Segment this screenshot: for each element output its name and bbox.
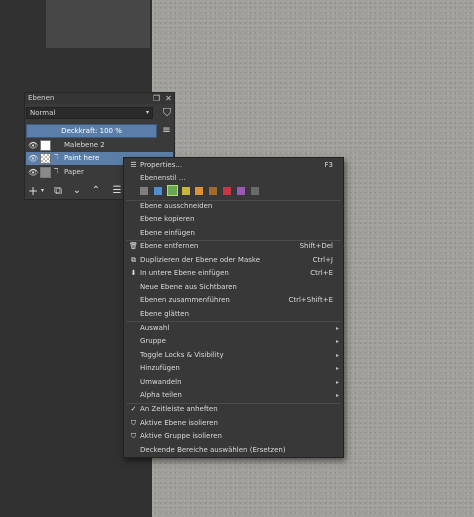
- close-icon[interactable]: ✕: [164, 94, 173, 103]
- color-label-blue[interactable]: [154, 187, 162, 195]
- menu-item-select-opaque[interactable]: Deckende Bereiche auswählen (Ersetzen): [124, 444, 343, 457]
- menu-item-copy[interactable]: Ebene kopieren: [124, 213, 343, 226]
- properties-icon[interactable]: ☰: [110, 184, 124, 198]
- duplicate-layer-icon[interactable]: ⧉: [51, 184, 65, 198]
- layer-thumbnail: [40, 153, 51, 164]
- menu-item-group[interactable]: Gruppe ▸: [124, 335, 343, 348]
- chevron-right-icon: ▸: [335, 338, 339, 345]
- layer-thumbnail: [40, 140, 51, 151]
- chevron-right-icon: ▸: [335, 352, 339, 359]
- menu-item-toggle-locks[interactable]: Toggle Locks & Visibility ▸: [124, 349, 343, 362]
- blend-mode-value: Normal: [30, 109, 56, 117]
- paint-layer-icon: ℸ: [54, 167, 59, 175]
- move-down-icon[interactable]: ⌄: [70, 184, 84, 198]
- chevron-right-icon: ▸: [335, 392, 339, 399]
- color-label-orange[interactable]: [195, 187, 203, 195]
- hamburger-menu-icon[interactable]: ≡: [160, 125, 173, 137]
- color-label-brown[interactable]: [209, 187, 217, 195]
- menu-item-merge[interactable]: Ebenen zusammenführen Ctrl+Shift+E: [124, 294, 343, 307]
- merge-down-icon: ⬇: [130, 269, 137, 277]
- menu-item-new-from-visible[interactable]: Neue Ebene aus Sichtbaren: [124, 281, 343, 294]
- chevron-right-icon: ▸: [335, 325, 339, 332]
- move-up-icon[interactable]: ⌃: [89, 184, 103, 198]
- funnel-icon: ⛉: [130, 432, 137, 440]
- blend-mode-select[interactable]: Normal ▾: [26, 107, 153, 119]
- add-layer-icon[interactable]: +: [27, 184, 39, 198]
- docker-title: Ebenen: [28, 94, 55, 102]
- menu-item-isolate-group[interactable]: ⛉ Aktive Gruppe isolieren: [124, 430, 343, 443]
- menu-item-paste[interactable]: Ebene einfügen: [124, 227, 343, 240]
- layer-name: Paint here: [64, 154, 100, 162]
- color-label-purple[interactable]: [237, 187, 245, 195]
- color-label-row: [124, 185, 343, 197]
- color-label-red[interactable]: [223, 187, 231, 195]
- menu-item-insert-below[interactable]: ⬇ In untere Ebene einfügen Ctrl+E: [124, 267, 343, 280]
- menu-item-remove[interactable]: 🗑 Ebene entfernen Shift+Del: [124, 240, 343, 253]
- properties-icon: ☰: [130, 161, 137, 169]
- menu-item-cut[interactable]: Ebene ausschneiden: [124, 200, 343, 213]
- paint-layer-icon: ℸ: [54, 153, 59, 161]
- eye-icon[interactable]: 👁: [28, 141, 38, 150]
- color-label-yellow[interactable]: [182, 187, 190, 195]
- menu-item-convert[interactable]: Umwandeln ▸: [124, 376, 343, 389]
- layer-name: Paper: [64, 168, 84, 176]
- eye-icon[interactable]: 👁: [28, 168, 38, 177]
- chevron-down-icon[interactable]: ▾: [39, 184, 46, 198]
- duplicate-icon: ⧉: [131, 256, 136, 264]
- docker-titlebar: Ebenen ❐ ✕: [25, 93, 174, 104]
- overview-panel: [46, 0, 150, 48]
- layer-thumbnail: [40, 167, 51, 178]
- layer-row[interactable]: 👁 Malebene 2: [26, 139, 173, 152]
- menu-item-pin-timeline[interactable]: ✓ An Zeitleiste anheften: [124, 403, 343, 416]
- menu-item-select[interactable]: Auswahl ▸: [124, 322, 343, 335]
- float-icon[interactable]: ❐: [152, 94, 161, 103]
- menu-item-add[interactable]: Hinzufügen ▸: [124, 362, 343, 375]
- filter-icon[interactable]: ⛉: [161, 106, 173, 120]
- menu-item-duplicate[interactable]: ⧉ Duplizieren der Ebene oder Maske Ctrl+…: [124, 254, 343, 267]
- layer-context-menu: ☰ Properties... F3 Ebenenstil ... Ebene …: [123, 157, 344, 458]
- chevron-right-icon: ▸: [335, 379, 339, 386]
- eye-icon[interactable]: 👁: [28, 154, 38, 163]
- chevron-down-icon: ▾: [145, 109, 149, 116]
- menu-item-isolate-layer[interactable]: ⛉ Aktive Ebene isolieren: [124, 417, 343, 430]
- color-label-green-selected[interactable]: [167, 185, 178, 196]
- menu-item-flatten[interactable]: Ebene glätten: [124, 308, 343, 321]
- color-label-none[interactable]: [140, 187, 148, 195]
- menu-item-layer-style[interactable]: Ebenenstil ...: [124, 172, 343, 185]
- chevron-right-icon: ▸: [335, 365, 339, 372]
- color-label-grey[interactable]: [251, 187, 259, 195]
- menu-item-split-alpha[interactable]: Alpha teilen ▸: [124, 389, 343, 402]
- menu-item-properties[interactable]: ☰ Properties... F3: [124, 159, 343, 172]
- opacity-slider[interactable]: Deckkraft: 100 % ≡: [26, 124, 173, 139]
- opacity-value[interactable]: Deckkraft: 100 %: [26, 124, 157, 138]
- checkmark-icon: ✓: [130, 405, 137, 413]
- trash-icon: 🗑: [129, 242, 138, 250]
- funnel-icon: ⛉: [130, 419, 137, 427]
- layer-name: Malebene 2: [64, 141, 105, 149]
